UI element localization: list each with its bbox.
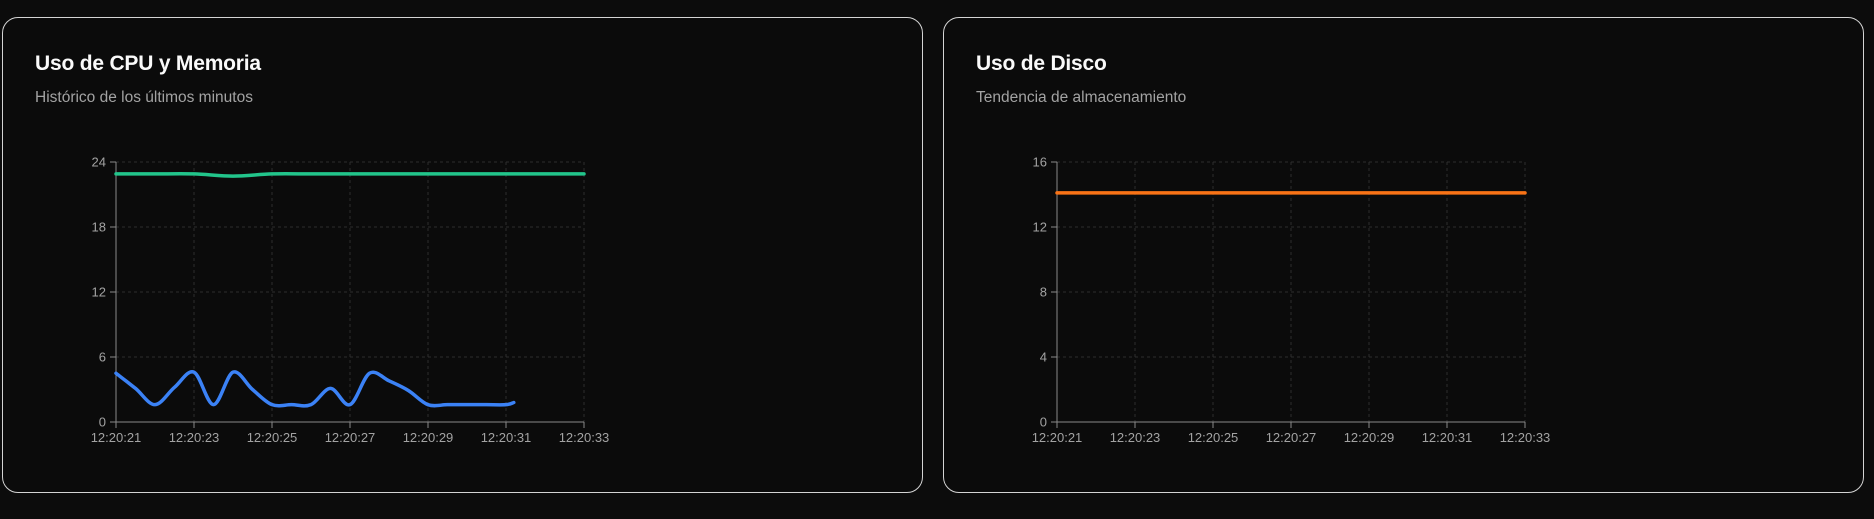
y-tick-label: 18 (92, 220, 106, 235)
x-tick-label: 12:20:21 (1032, 430, 1083, 445)
x-tick-label: 12:20:29 (1344, 430, 1395, 445)
y-tick-label: 8 (1040, 285, 1047, 300)
x-tick-label: 12:20:31 (481, 430, 532, 445)
cpu-memory-card: Uso de CPU y Memoria Histórico de los úl… (2, 17, 923, 493)
x-tick-label: 12:20:23 (169, 430, 220, 445)
x-tick-label: 12:20:27 (325, 430, 376, 445)
y-tick-label: 16 (1033, 155, 1047, 170)
x-tick-label: 12:20:33 (1500, 430, 1551, 445)
cpu-memory-chart: 0 6 12 18 24 12:20:21 12:20:23 12:20:25 12:20:27… (91, 155, 610, 446)
disk-usage-card: Uso de Disco Tendencia de almacenamiento… (943, 17, 1864, 493)
y-tick-label: 0 (1040, 415, 1047, 430)
y-tick-label: 12 (1033, 220, 1047, 235)
x-tick-label: 12:20:25 (1188, 430, 1239, 445)
y-tick-label: 0 (99, 415, 106, 430)
x-tick-label: 12:20:31 (1422, 430, 1473, 445)
x-tick-label: 12:20:29 (403, 430, 454, 445)
disk-usage-chart: 0 4 8 12 16 12:20:21 12:20:23 12:20:25 12:20:27 1… (1032, 155, 1551, 446)
series-line-1 (114, 370, 516, 408)
x-tick-label: 12:20:25 (247, 430, 298, 445)
y-tick-label: 6 (99, 350, 106, 365)
x-tick-label: 12:20:27 (1266, 430, 1317, 445)
x-tick-label: 12:20:33 (559, 430, 610, 445)
x-tick-label: 12:20:21 (91, 430, 142, 445)
y-tick-label: 4 (1040, 350, 1047, 365)
y-tick-label: 12 (92, 285, 106, 300)
y-tick-label: 24 (92, 155, 106, 170)
x-tick-label: 12:20:23 (1110, 430, 1161, 445)
